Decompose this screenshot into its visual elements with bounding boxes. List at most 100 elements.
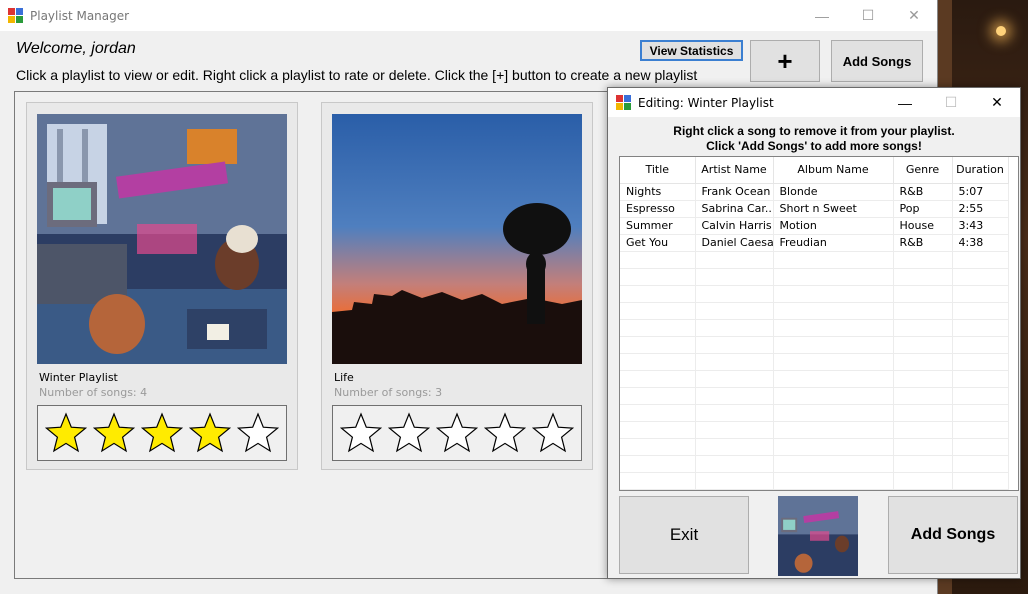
empty-cell	[952, 302, 1009, 320]
empty-cell	[952, 285, 1009, 303]
table-row[interactable]: Espresso Sabrina Car... Short n Sweet Pop 2:…	[620, 200, 1009, 218]
maximize-icon[interactable]: ☐	[845, 0, 891, 31]
empty-cell	[773, 353, 894, 371]
cell-duration[interactable]: 3:43	[952, 217, 1009, 235]
new-playlist-button[interactable]: +	[750, 40, 820, 82]
empty-cell	[695, 421, 774, 439]
empty-cell	[695, 251, 774, 269]
exit-button[interactable]: Exit	[619, 496, 749, 574]
column-header-title[interactable]: Title	[620, 157, 696, 184]
playlist-song-count: Number of songs: 4	[39, 386, 148, 399]
empty-cell	[952, 438, 1009, 456]
star-filled-icon[interactable]	[45, 412, 87, 454]
rating-stars[interactable]	[37, 405, 287, 461]
empty-row	[620, 353, 1009, 371]
cell-duration[interactable]: 5:07	[952, 183, 1009, 201]
empty-row	[620, 472, 1009, 490]
empty-cell	[773, 404, 894, 422]
empty-cell	[695, 370, 774, 388]
cell-genre[interactable]: House	[893, 217, 953, 235]
column-header-artist[interactable]: Artist Name	[695, 157, 774, 184]
cell-title[interactable]: Espresso	[620, 200, 696, 218]
minimize-icon[interactable]: —	[799, 0, 845, 31]
cell-title[interactable]: Get You	[620, 234, 696, 252]
close-icon[interactable]: ✕	[891, 0, 937, 31]
welcome-label: Welcome, jordan	[16, 40, 136, 57]
cell-artist[interactable]: Sabrina Car...	[695, 200, 774, 218]
cell-album[interactable]: Motion	[773, 217, 894, 235]
star-empty-icon[interactable]	[388, 412, 430, 454]
cell-duration[interactable]: 4:38	[952, 234, 1009, 252]
maximize-icon[interactable]: ☐	[928, 88, 974, 117]
empty-cell	[695, 319, 774, 337]
songs-grid[interactable]: Title Artist Name Album Name Genre Durat…	[619, 156, 1019, 491]
table-row[interactable]: Summer Calvin Harris Motion House 3:43	[620, 217, 1009, 235]
empty-row	[620, 319, 1009, 337]
cell-title[interactable]: Summer	[620, 217, 696, 235]
empty-row	[620, 285, 1009, 303]
main-titlebar[interactable]: Playlist Manager — ☐ ✕	[0, 0, 937, 31]
cell-album[interactable]: Short n Sweet	[773, 200, 894, 218]
cell-genre[interactable]: R&B	[893, 234, 953, 252]
minimize-icon[interactable]: —	[882, 88, 928, 117]
empty-row	[620, 268, 1009, 286]
playlist-cover-art	[37, 114, 287, 364]
cell-genre[interactable]: R&B	[893, 183, 953, 201]
playlist-name: Winter Playlist	[39, 371, 118, 384]
star-filled-icon[interactable]	[141, 412, 183, 454]
empty-cell	[620, 387, 696, 405]
empty-cell	[620, 455, 696, 473]
empty-cell	[620, 319, 696, 337]
empty-cell	[893, 455, 953, 473]
add-songs-button[interactable]: Add Songs	[888, 496, 1018, 574]
add-songs-button[interactable]: Add Songs	[831, 40, 923, 82]
playlist-name: Life	[334, 371, 354, 384]
empty-cell	[620, 251, 696, 269]
empty-cell	[893, 268, 953, 286]
table-row[interactable]: Nights Frank Ocean Blonde R&B 5:07	[620, 183, 1009, 201]
empty-cell	[952, 319, 1009, 337]
close-icon[interactable]: ✕	[974, 88, 1020, 117]
star-empty-icon[interactable]	[237, 412, 279, 454]
cell-genre[interactable]: Pop	[893, 200, 953, 218]
empty-cell	[893, 438, 953, 456]
empty-row	[620, 336, 1009, 354]
playlist-card-life[interactable]: Life Number of songs: 3	[321, 102, 593, 470]
view-statistics-button[interactable]: View Statistics	[640, 40, 743, 61]
empty-cell	[893, 421, 953, 439]
empty-cell	[773, 268, 894, 286]
cell-artist[interactable]: Calvin Harris	[695, 217, 774, 235]
empty-cell	[620, 285, 696, 303]
empty-cell	[893, 472, 953, 490]
star-empty-icon[interactable]	[484, 412, 526, 454]
cell-title[interactable]: Nights	[620, 183, 696, 201]
empty-cell	[620, 370, 696, 388]
playlist-thumbnail	[778, 496, 858, 576]
edit-titlebar[interactable]: Editing: Winter Playlist — ☐ ✕	[608, 88, 1020, 117]
empty-cell	[773, 285, 894, 303]
empty-cell	[695, 353, 774, 371]
star-empty-icon[interactable]	[532, 412, 574, 454]
star-filled-icon[interactable]	[93, 412, 135, 454]
playlist-card-winter[interactable]: Winter Playlist Number of songs: 4	[26, 102, 298, 470]
rating-stars[interactable]	[332, 405, 582, 461]
empty-row	[620, 421, 1009, 439]
star-empty-icon[interactable]	[436, 412, 478, 454]
cell-duration[interactable]: 2:55	[952, 200, 1009, 218]
empty-cell	[893, 370, 953, 388]
table-row[interactable]: Get You Daniel Caesar Freudian R&B 4:38	[620, 234, 1009, 252]
cell-artist[interactable]: Frank Ocean	[695, 183, 774, 201]
playlist-cover-art	[332, 114, 582, 364]
app-icon	[616, 94, 632, 111]
empty-row	[620, 438, 1009, 456]
column-header-duration[interactable]: Duration	[952, 157, 1009, 184]
star-filled-icon[interactable]	[189, 412, 231, 454]
column-header-genre[interactable]: Genre	[893, 157, 953, 184]
empty-cell	[952, 353, 1009, 371]
cell-album[interactable]: Freudian	[773, 234, 894, 252]
app-icon	[8, 7, 24, 24]
cell-artist[interactable]: Daniel Caesar	[695, 234, 774, 252]
column-header-album[interactable]: Album Name	[773, 157, 894, 184]
star-empty-icon[interactable]	[340, 412, 382, 454]
cell-album[interactable]: Blonde	[773, 183, 894, 201]
